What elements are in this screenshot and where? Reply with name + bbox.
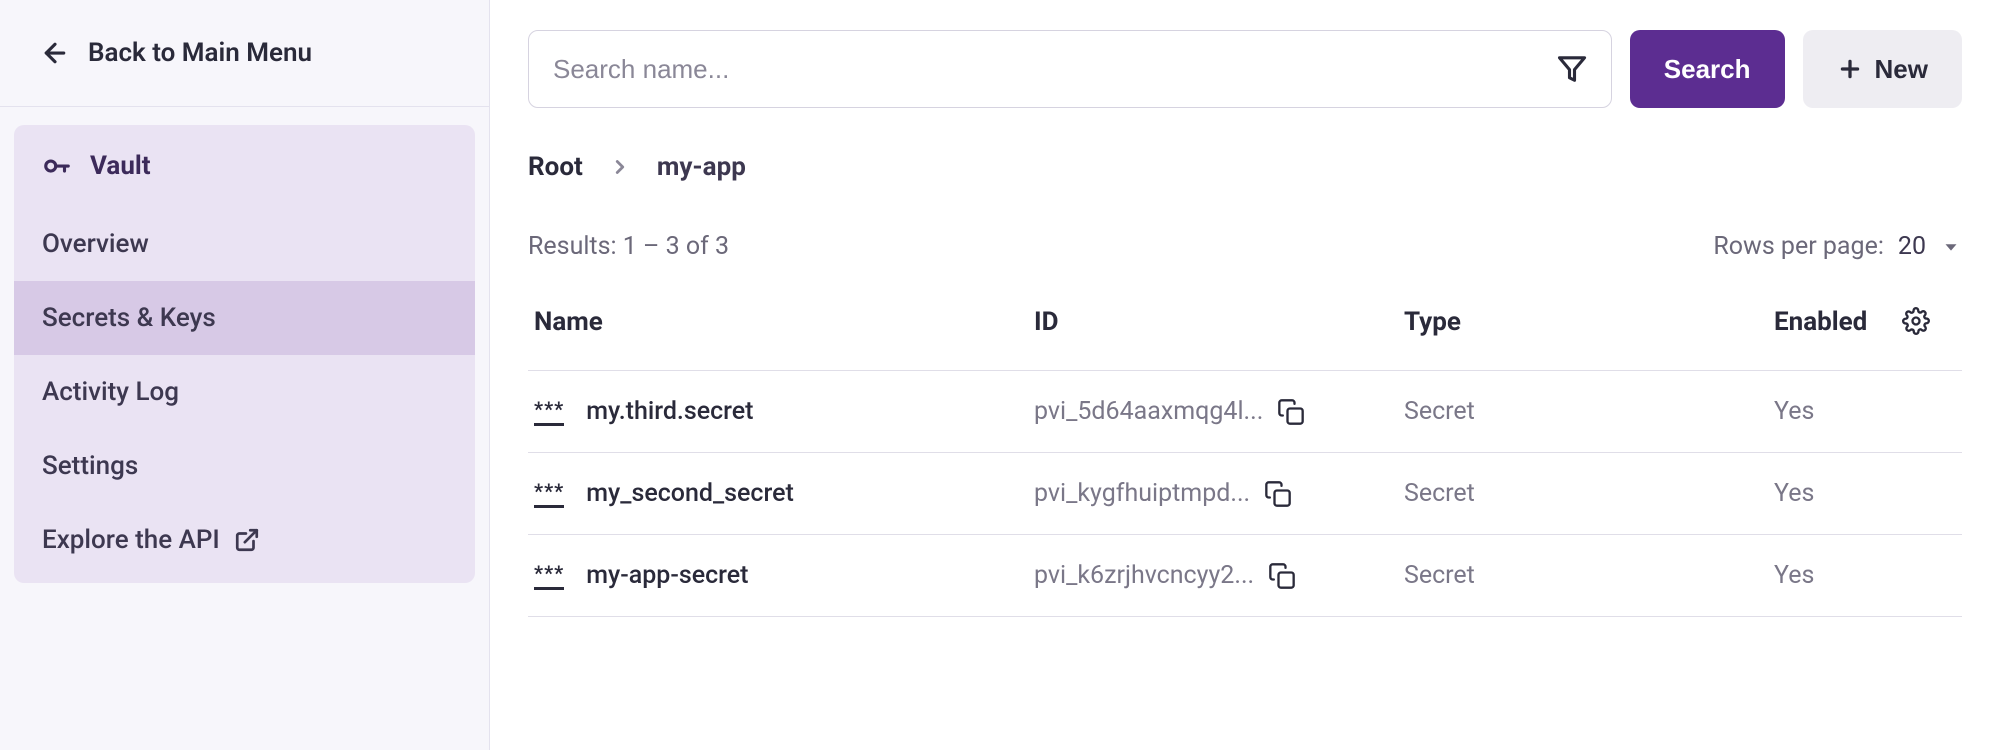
plus-icon [1837,56,1863,82]
arrow-left-icon [40,38,70,68]
secret-id: pvi_kygfhuiptmpd... [1034,479,1250,508]
copy-icon[interactable] [1268,562,1296,590]
sidebar-item-settings[interactable]: Settings [14,429,475,503]
filter-icon[interactable] [1557,54,1587,84]
main-content: Search New Root my-app Results: 1 – 3 of… [490,0,1992,750]
secret-icon: *** [534,397,564,426]
new-button[interactable]: New [1803,30,1962,108]
secret-icon: *** [534,561,564,590]
nav-group: Vault Overview Secrets & Keys Activity L… [14,125,475,583]
secret-name: my_second_secret [586,479,794,508]
nav-group-label: Vault [90,151,151,181]
sidebar-item-explore-api[interactable]: Explore the API [14,503,475,577]
cell-type: Secret [1404,479,1774,508]
cell-type: Secret [1404,561,1774,590]
col-header-type: Type [1404,307,1774,342]
results-row: Results: 1 – 3 of 3 Rows per page: 20 [528,232,1962,261]
cell-enabled: Yes [1774,561,1902,590]
cell-enabled: Yes [1774,397,1902,426]
sidebar-item-overview[interactable]: Overview [14,207,475,281]
back-label: Back to Main Menu [88,38,312,68]
secret-icon: *** [534,479,564,508]
search-wrap [528,30,1612,108]
sidebar: Back to Main Menu Vault Overview Secrets… [0,0,490,750]
sidebar-item-secrets-keys[interactable]: Secrets & Keys [14,281,475,355]
results-count: Results: 1 – 3 of 3 [528,232,729,261]
secret-name: my.third.secret [586,397,753,426]
breadcrumb-current: my-app [657,152,746,182]
secret-id: pvi_5d64aaxmqg4l... [1034,397,1263,426]
cell-id: pvi_k6zrjhvcncyy2... [1034,561,1404,590]
cell-type: Secret [1404,397,1774,426]
secret-name: my-app-secret [586,561,748,590]
rows-per-page[interactable]: Rows per page: 20 [1713,232,1962,261]
cell-id: pvi_kygfhuiptmpd... [1034,479,1404,508]
cell-id: pvi_5d64aaxmqg4l... [1034,397,1404,426]
copy-icon[interactable] [1277,398,1305,426]
table-header: Name ID Type Enabled [528,279,1962,371]
cell-enabled: Yes [1774,479,1902,508]
breadcrumb-root[interactable]: Root [528,152,583,182]
gear-icon [1902,307,1930,335]
toolbar: Search New [528,30,1962,108]
nav-group-header-vault[interactable]: Vault [14,125,475,207]
cell-name: *** my.third.secret [534,397,1034,426]
sidebar-item-activity-log[interactable]: Activity Log [14,355,475,429]
table-row[interactable]: *** my_second_secret pvi_kygfhuiptmpd...… [528,453,1962,535]
cell-name: *** my_second_secret [534,479,1034,508]
table-row[interactable]: *** my-app-secret pvi_k6zrjhvcncyy2... S… [528,535,1962,617]
table-settings[interactable] [1902,307,1962,342]
rows-per-page-label: Rows per page: [1713,232,1884,261]
col-header-name: Name [534,307,1034,342]
external-link-icon [234,527,260,553]
search-button[interactable]: Search [1630,30,1785,108]
secret-id: pvi_k6zrjhvcncyy2... [1034,561,1254,590]
back-to-main-menu[interactable]: Back to Main Menu [0,0,489,107]
cell-name: *** my-app-secret [534,561,1034,590]
chevron-right-icon [609,156,631,178]
breadcrumb: Root my-app [528,152,1962,182]
col-header-id: ID [1034,307,1404,342]
search-input[interactable] [553,54,1557,85]
caret-down-icon [1940,236,1962,258]
rows-per-page-value: 20 [1898,232,1926,261]
copy-icon[interactable] [1264,480,1292,508]
new-button-label: New [1875,54,1928,85]
table-row[interactable]: *** my.third.secret pvi_5d64aaxmqg4l... … [528,371,1962,453]
sidebar-item-label: Explore the API [42,525,220,555]
col-header-enabled: Enabled [1774,307,1902,342]
key-icon [42,151,72,181]
